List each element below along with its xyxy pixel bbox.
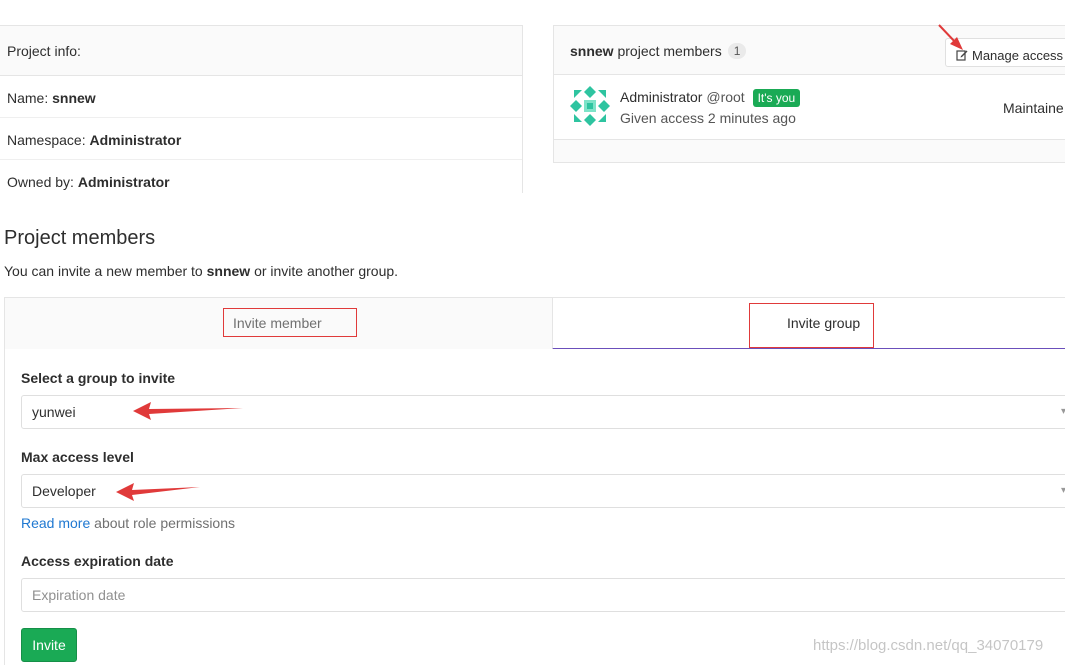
annotation-arrow-access — [116, 483, 200, 501]
expiration-date-input[interactable]: Expiration date — [21, 578, 1065, 612]
member-name: Administrator @root It's you — [620, 89, 801, 107]
project-info-name-row: Name: snnew — [0, 76, 522, 118]
project-members-header: snnew project members 1 Manage access — [554, 26, 1065, 75]
members-title-suffix: project members — [613, 43, 722, 59]
access-level-label: Max access level — [21, 449, 134, 465]
project-members-panel: snnew project members 1 Manage access Ad… — [553, 25, 1065, 163]
desc-prefix: You can invite a new member to — [4, 263, 207, 279]
chevron-down-icon: ▾ — [1060, 406, 1065, 417]
manage-access-label: Manage access — [972, 48, 1064, 63]
annotation-box-invite-group — [749, 303, 874, 348]
annotation-arrow-manage — [938, 24, 963, 50]
member-row: Administrator @root It's you Given acces… — [554, 75, 1065, 140]
expiration-placeholder: Expiration date — [32, 587, 126, 603]
project-info-namespace-row: Namespace: Administrator — [0, 118, 522, 160]
page: Project info: Name: snnew Namespace: Adm… — [0, 0, 1065, 665]
annotation-box-invite-member — [223, 308, 357, 337]
section-description: You can invite a new member to snnew or … — [4, 263, 398, 279]
project-info-panel: Project info: Name: snnew Namespace: Adm… — [0, 25, 523, 193]
members-project-name: snnew — [570, 43, 614, 59]
its-you-badge: It's you — [752, 89, 801, 107]
member-count-badge: 1 — [727, 43, 747, 59]
member-display-name[interactable]: Administrator — [620, 89, 702, 105]
invite-tabs: Invite member Invite group — [4, 297, 1065, 350]
invite-button[interactable]: Invite — [21, 628, 77, 662]
member-handle: @root — [706, 89, 745, 105]
project-info-namespace-label: Namespace: — [7, 132, 90, 148]
group-select-value: yunwei — [32, 404, 76, 420]
watermark: https://blog.csdn.net/qq_34070179 — [813, 637, 1044, 654]
member-access-time: Given access 2 minutes ago — [620, 110, 796, 126]
member-role: Maintaine — [1003, 100, 1064, 116]
desc-suffix: or invite another group. — [250, 263, 399, 279]
access-level-value: Developer — [32, 483, 96, 499]
read-more-link[interactable]: Read more — [21, 515, 90, 531]
chevron-down-icon: ▾ — [1060, 485, 1065, 496]
role-permissions-help: Read more about role permissions — [21, 515, 235, 531]
project-info-name-label: Name: — [7, 90, 53, 106]
expiration-label: Access expiration date — [21, 553, 174, 569]
project-info-header: Project info: — [0, 26, 522, 76]
project-info-namespace-value: Administrator — [89, 132, 182, 148]
page-title: Project members — [4, 227, 156, 249]
annotation-arrow-group — [133, 402, 243, 420]
project-info-owner-label: Owned by: — [7, 174, 78, 190]
help-suffix: about role permissions — [90, 515, 236, 531]
identicon-avatar — [570, 86, 610, 126]
project-info-name-value: snnew — [52, 90, 96, 106]
invite-group-form: Select a group to invite yunwei ▾ Max ac… — [4, 349, 1065, 665]
project-info-owner-value: Administrator — [77, 174, 170, 190]
project-info-owner-row: Owned by: Administrator — [0, 160, 522, 202]
desc-project: snnew — [206, 263, 251, 279]
group-select-label: Select a group to invite — [21, 370, 176, 386]
